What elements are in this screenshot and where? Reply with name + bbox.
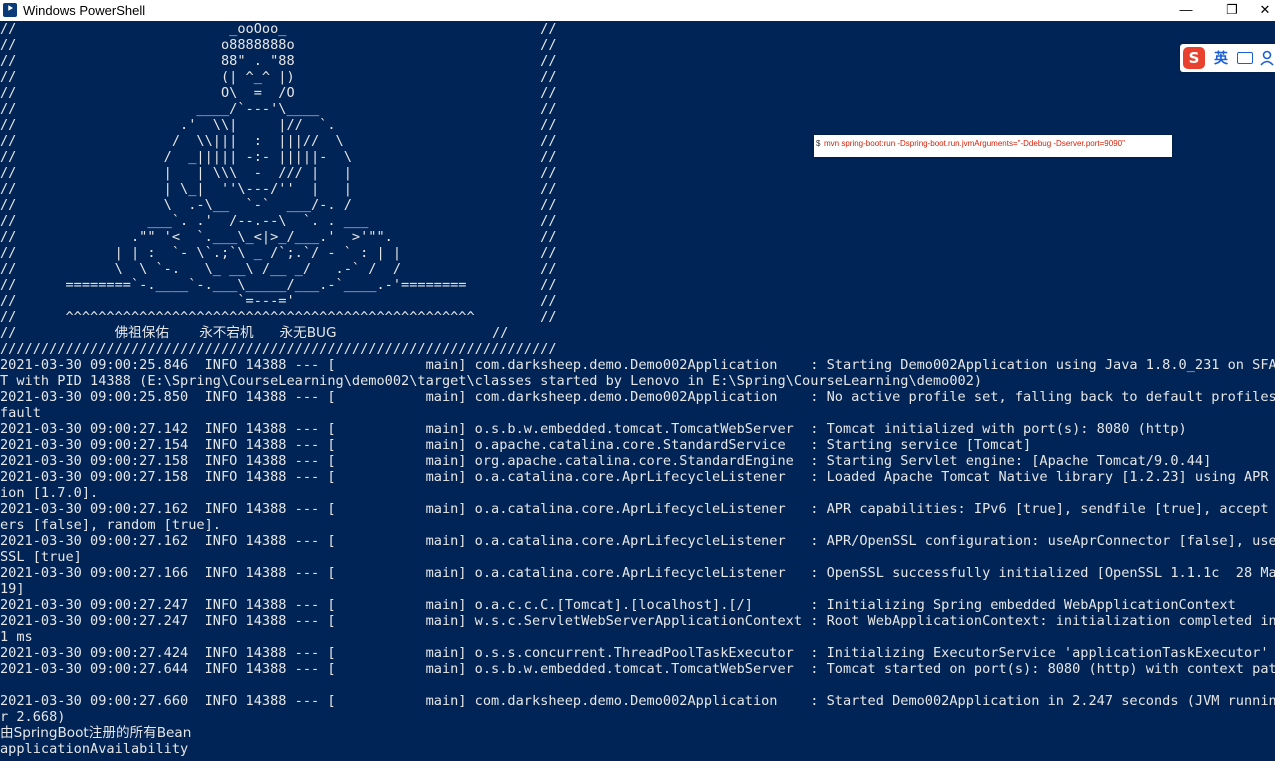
log-line: 2021-03-30 09:00:27.162 INFO 14388 --- [… <box>0 533 1275 549</box>
keyboard-icon[interactable] <box>1237 52 1253 64</box>
log-line: 2021-03-30 09:00:27.247 INFO 14388 --- [… <box>0 613 1275 629</box>
title-bar[interactable]: ⯈ Windows PowerShell — ❐ ✕ <box>0 0 1275 21</box>
command-hint-prefix: $ <box>816 139 821 148</box>
banner-line: // .' \\| |// `. // <box>0 117 557 133</box>
ime-toolbar[interactable]: S 英 <box>1180 44 1275 72</box>
banner-line: // / _||||| -:- |||||- \ // <box>0 149 557 165</box>
banner-line: // o8888888o // <box>0 37 557 53</box>
log-line: fault <box>0 405 41 421</box>
log-line: 1 ms <box>0 629 33 645</box>
log-line: 2021-03-30 09:00:27.162 INFO 14388 --- [… <box>0 501 1275 517</box>
banner-line: // | | : `- \`.;`\ _ /`;.`/ - ` : | | // <box>0 245 557 261</box>
window-title: Windows PowerShell <box>23 3 146 18</box>
ime-mode-toggle[interactable]: 英 <box>1214 48 1228 68</box>
log-line: 2021-03-30 09:00:27.154 INFO 14388 --- [… <box>0 437 1032 453</box>
banner-line: // O\ = /O // <box>0 85 557 101</box>
user-icon[interactable] <box>1260 50 1274 66</box>
log-line: 2021-03-30 09:00:27.660 INFO 14388 --- [… <box>0 693 1275 709</box>
banner-line: // 88" . "88 // <box>0 53 557 69</box>
maximize-button[interactable]: ❐ <box>1209 0 1255 21</box>
log-line: SSL [true] <box>0 549 82 565</box>
log-line: r 2.668) <box>0 709 66 725</box>
log-line: 2021-03-30 09:00:27.247 INFO 14388 --- [… <box>0 597 1236 613</box>
banner-line: // ^^^^^^^^^^^^^^^^^^^^^^^^^^^^^^^^^^^^^… <box>0 309 557 325</box>
banner-line: // (| ^_^ |) // <box>0 69 557 85</box>
minimize-button[interactable]: — <box>1163 0 1209 21</box>
banner-line: // ____/`---'\____ // <box>0 101 557 117</box>
log-line: 2021-03-30 09:00:27.142 INFO 14388 --- [… <box>0 421 1187 437</box>
command-hint-text: mvn spring-boot:run -Dspring-boot.run.jv… <box>824 139 1125 148</box>
banner-line: // / \\||| : |||// \ // <box>0 133 557 149</box>
blessing-prefix: // <box>0 325 115 341</box>
banner-line: // `=---=' // <box>0 293 557 309</box>
log-line: ion [1.7.0]. <box>0 485 99 501</box>
log-line: ers [false], random [true]. <box>0 517 221 533</box>
bean-name: applicationAvailability <box>0 741 189 757</box>
powershell-icon: ⯈ <box>3 3 17 17</box>
console-output[interactable]: // _ooOoo_ //// o8888888o //// 88" . "88 <box>0 21 1275 761</box>
banner-line: // ."" '< `.___\_<|>_/___.' >'"". // <box>0 229 557 245</box>
log-line: 2021-03-30 09:00:27.166 INFO 14388 --- [… <box>0 565 1275 581</box>
banner-line: // _ooOoo_ // <box>0 21 557 37</box>
log-line: 2021-03-30 09:00:25.846 INFO 14388 --- [… <box>0 357 1275 373</box>
command-hint-popup: $ mvn spring-boot:run -Dspring-boot.run.… <box>814 135 1172 157</box>
close-button[interactable]: ✕ <box>1255 0 1275 21</box>
banner-line: // ___`. .' /--.--\ `. . ___ // <box>0 213 557 229</box>
banner-line: // | \_| ''\---/'' | | // <box>0 181 557 197</box>
blessing-text: 佛祖保佑 永不宕机 永无BUG <box>114 325 337 341</box>
log-line: 2021-03-30 09:00:27.158 INFO 14388 --- [… <box>0 469 1275 485</box>
sogou-logo-icon[interactable]: S <box>1183 47 1205 69</box>
banner-line: // \ \ `-. \_ __\ /__ _/ .-` / / // <box>0 261 557 277</box>
log-line: 2021-03-30 09:00:27.424 INFO 14388 --- [… <box>0 645 1269 661</box>
beans-header: 由SpringBoot注册的所有Bean <box>0 725 192 741</box>
banner-line: // \ .-\__ `-` ___/-. / // <box>0 197 557 213</box>
log-line: 19] <box>0 581 25 597</box>
blessing-suffix: // <box>336 325 509 341</box>
log-line: 2021-03-30 09:00:25.850 INFO 14388 --- [… <box>0 389 1275 405</box>
log-line: 2021-03-30 09:00:27.644 INFO 14388 --- [… <box>0 661 1275 677</box>
banner-blessing-line: // 佛祖保佑 永不宕机 永无BUG // <box>0 325 508 341</box>
log-line: 2021-03-30 09:00:27.158 INFO 14388 --- [… <box>0 453 1212 469</box>
banner-line: // ========`-.____`-.___\_____/___.-`___… <box>0 277 557 293</box>
log-line: T with PID 14388 (E:\Spring\CourseLearni… <box>0 373 983 389</box>
banner-line: // | | \\\ - /// | | // <box>0 165 557 181</box>
banner-separator: ////////////////////////////////////////… <box>0 341 557 357</box>
